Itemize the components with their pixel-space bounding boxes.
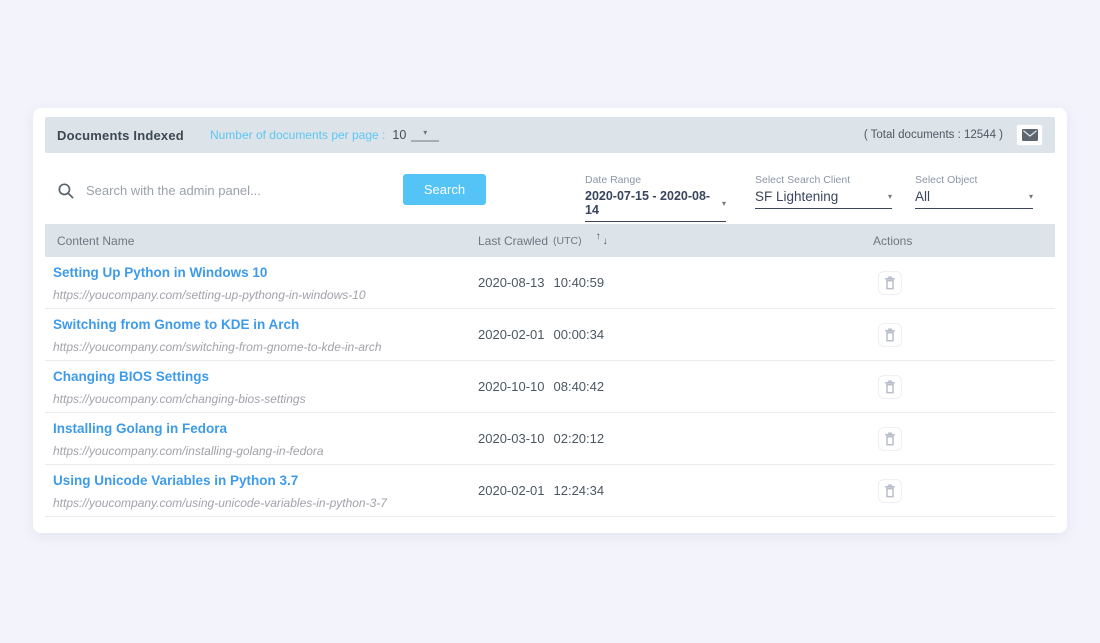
content-name-cell: Changing BIOS Settings https://youcompan… bbox=[45, 361, 478, 412]
crawled-time: 02:20:12 bbox=[554, 431, 605, 446]
date-range-filter: Date Range 2020-07-15 - 2020-08-14 ▾ bbox=[585, 174, 726, 222]
per-page-select[interactable]: 10 ▾ bbox=[392, 128, 439, 142]
search-client-filter: Select Search Client SF Lightening ▾ bbox=[755, 174, 892, 209]
document-title-link[interactable]: Switching from Gnome to KDE in Arch bbox=[53, 317, 299, 332]
crawled-date: 2020-02-01 bbox=[478, 327, 545, 342]
search-client-label: Select Search Client bbox=[755, 174, 892, 186]
search-button[interactable]: Search bbox=[403, 174, 486, 205]
sort-up-arrow: ↑ bbox=[596, 232, 601, 242]
crawled-time: 12:24:34 bbox=[554, 483, 605, 498]
document-url: https://youcompany.com/using-unicode-var… bbox=[53, 496, 478, 510]
document-url: https://youcompany.com/setting-up-python… bbox=[53, 288, 478, 302]
document-url: https://youcompany.com/changing-bios-set… bbox=[53, 392, 478, 406]
sort-icon[interactable]: ↑ ↓ bbox=[596, 232, 611, 249]
crawled-time: 00:00:34 bbox=[554, 327, 605, 342]
mail-button[interactable] bbox=[1016, 124, 1043, 146]
table-row: Installing Golang in Fedora https://youc… bbox=[45, 413, 1055, 465]
documents-panel: Documents Indexed Number of documents pe… bbox=[33, 108, 1067, 533]
date-range-select[interactable]: 2020-07-15 - 2020-08-14 ▾ bbox=[585, 189, 726, 222]
chevron-down-icon: ▾ bbox=[722, 199, 726, 208]
trash-icon bbox=[884, 276, 896, 290]
date-range-label: Date Range bbox=[585, 174, 726, 186]
utc-unit-label: (UTC) bbox=[553, 235, 582, 247]
envelope-icon bbox=[1022, 129, 1038, 141]
crawled-timestamp: 2020-02-01 00:00:34 bbox=[478, 309, 873, 360]
object-label: Select Object bbox=[915, 174, 1033, 186]
content-name-cell: Setting Up Python in Windows 10 https://… bbox=[45, 257, 478, 308]
table-row: Changing BIOS Settings https://youcompan… bbox=[45, 361, 1055, 413]
crawled-date: 2020-03-10 bbox=[478, 431, 545, 446]
actions-header: Actions bbox=[873, 234, 1055, 248]
document-title-link[interactable]: Installing Golang in Fedora bbox=[53, 421, 227, 436]
table-row: Switching from Gnome to KDE in Arch http… bbox=[45, 309, 1055, 361]
delete-document-button[interactable] bbox=[878, 479, 902, 503]
object-select[interactable]: All ▾ bbox=[915, 189, 1033, 209]
delete-document-button[interactable] bbox=[878, 427, 902, 451]
document-title-link[interactable]: Changing BIOS Settings bbox=[53, 369, 209, 384]
object-filter: Select Object All ▾ bbox=[915, 174, 1033, 209]
crawled-timestamp: 2020-03-10 02:20:12 bbox=[478, 413, 873, 464]
trash-icon bbox=[884, 328, 896, 342]
actions-cell bbox=[873, 309, 1055, 360]
crawled-date: 2020-02-01 bbox=[478, 483, 545, 498]
table-row: Setting Up Python in Windows 10 https://… bbox=[45, 257, 1055, 309]
chevron-down-icon: ▾ bbox=[411, 129, 439, 142]
chevron-down-icon: ▾ bbox=[1029, 192, 1033, 201]
chevron-down-icon: ▾ bbox=[888, 192, 892, 201]
document-title-link[interactable]: Setting Up Python in Windows 10 bbox=[53, 265, 267, 280]
search-icon bbox=[58, 183, 74, 199]
content-name-cell: Using Unicode Variables in Python 3.7 ht… bbox=[45, 465, 478, 516]
actions-cell bbox=[873, 257, 1055, 308]
page-background: { "colors": { "accent": "#54c3f5", "link… bbox=[0, 0, 1100, 643]
last-crawled-header: Last Crawled (UTC) ↑ ↓ bbox=[478, 232, 873, 249]
table-body: Setting Up Python in Windows 10 https://… bbox=[45, 257, 1055, 517]
total-documents: ( Total documents : 12544 ) bbox=[864, 129, 1003, 141]
actions-cell bbox=[873, 465, 1055, 516]
trash-icon bbox=[884, 380, 896, 394]
trash-icon bbox=[884, 484, 896, 498]
content-name-header: Content Name bbox=[45, 234, 478, 248]
per-page-value: 10 bbox=[392, 128, 406, 142]
crawled-date: 2020-10-10 bbox=[478, 379, 545, 394]
search-input[interactable] bbox=[86, 176, 391, 204]
search-client-select[interactable]: SF Lightening ▾ bbox=[755, 189, 892, 209]
search-client-value: SF Lightening bbox=[755, 189, 838, 204]
panel-header: Documents Indexed Number of documents pe… bbox=[45, 117, 1055, 153]
date-range-value: 2020-07-15 - 2020-08-14 bbox=[585, 189, 722, 217]
crawled-date: 2020-08-13 bbox=[478, 275, 545, 290]
crawled-timestamp: 2020-08-13 10:40:59 bbox=[478, 257, 873, 308]
crawled-timestamp: 2020-02-01 12:24:34 bbox=[478, 465, 873, 516]
delete-document-button[interactable] bbox=[878, 375, 902, 399]
sort-down-arrow: ↓ bbox=[603, 237, 608, 247]
crawled-time: 10:40:59 bbox=[554, 275, 605, 290]
document-url: https://youcompany.com/installing-golang… bbox=[53, 444, 478, 458]
actions-cell bbox=[873, 361, 1055, 412]
content-name-cell: Switching from Gnome to KDE in Arch http… bbox=[45, 309, 478, 360]
delete-document-button[interactable] bbox=[878, 271, 902, 295]
table-header: Content Name Last Crawled (UTC) ↑ ↓ Acti… bbox=[45, 224, 1055, 257]
crawled-timestamp: 2020-10-10 08:40:42 bbox=[478, 361, 873, 412]
document-title-link[interactable]: Using Unicode Variables in Python 3.7 bbox=[53, 473, 298, 488]
panel-header-right: ( Total documents : 12544 ) bbox=[864, 124, 1043, 146]
table-row: Using Unicode Variables in Python 3.7 ht… bbox=[45, 465, 1055, 517]
last-crawled-label: Last Crawled bbox=[478, 234, 548, 248]
per-page-label: Number of documents per page : bbox=[210, 128, 385, 142]
actions-cell bbox=[873, 413, 1055, 464]
object-value: All bbox=[915, 189, 930, 204]
page-title: Documents Indexed bbox=[57, 128, 184, 143]
crawled-time: 08:40:42 bbox=[554, 379, 605, 394]
delete-document-button[interactable] bbox=[878, 323, 902, 347]
content-name-cell: Installing Golang in Fedora https://youc… bbox=[45, 413, 478, 464]
document-url: https://youcompany.com/switching-from-gn… bbox=[53, 340, 478, 354]
trash-icon bbox=[884, 432, 896, 446]
